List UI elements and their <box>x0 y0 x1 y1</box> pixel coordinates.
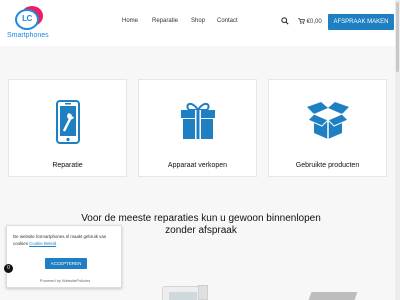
cart-icon <box>298 18 305 24</box>
cart-total: €0,00 <box>306 19 322 25</box>
scrollbar[interactable] <box>395 0 400 300</box>
accept-cookies-button[interactable]: ACCEPTEREN <box>45 258 87 269</box>
cookie-settings-badge[interactable]: 0 <box>4 264 13 273</box>
phone-repair-icon <box>55 100 80 144</box>
logo-letters: LC <box>22 14 32 23</box>
nav-shop[interactable]: Shop <box>191 18 205 24</box>
make-appointment-button[interactable]: AFSPRAAK MAKEN <box>328 14 394 30</box>
cookie-powered-by[interactable]: Powered by WebsitePolicies <box>7 278 123 283</box>
cookie-policy-link[interactable]: Cookie Beleid <box>29 241 56 246</box>
card-reparatie[interactable]: Reparatie <box>8 79 127 177</box>
card-gebruikte-producten[interactable]: Gebruikte producten <box>268 79 387 177</box>
product-screen <box>169 292 197 300</box>
gift-icon <box>180 103 215 139</box>
nav-contact[interactable]: Contact <box>217 18 238 24</box>
card-label-apparaat-verkopen: Apparaat verkopen <box>167 162 228 169</box>
scrollbar-thumb[interactable] <box>396 2 399 72</box>
cookie-message: De website lcsmartphones.nl maakt gebrui… <box>13 233 117 247</box>
card-apparaat-verkopen[interactable]: Apparaat verkopen <box>138 79 257 177</box>
card-label-reparatie: Reparatie <box>52 162 83 169</box>
cookie-text: De website lcsmartphones.nl maakt gebrui… <box>13 234 107 246</box>
cart-link[interactable]: €0,00 <box>298 18 322 25</box>
site-header: LC Smartphones Home Reparatie Shop Conta… <box>0 0 400 46</box>
site-logo[interactable]: LC Smartphones <box>7 6 55 42</box>
box-icon <box>306 102 349 139</box>
logo-wordmark: Smartphones <box>7 32 49 39</box>
product-image-phone <box>198 285 208 300</box>
cookie-consent-banner: De website lcsmartphones.nl maakt gebrui… <box>6 225 122 288</box>
nav-home[interactable]: Home <box>122 18 138 24</box>
card-label-gebruikte-producten: Gebruikte producten <box>295 162 360 169</box>
nav-reparatie[interactable]: Reparatie <box>152 18 178 24</box>
product-image-device <box>308 292 358 300</box>
search-icon[interactable] <box>281 17 289 25</box>
